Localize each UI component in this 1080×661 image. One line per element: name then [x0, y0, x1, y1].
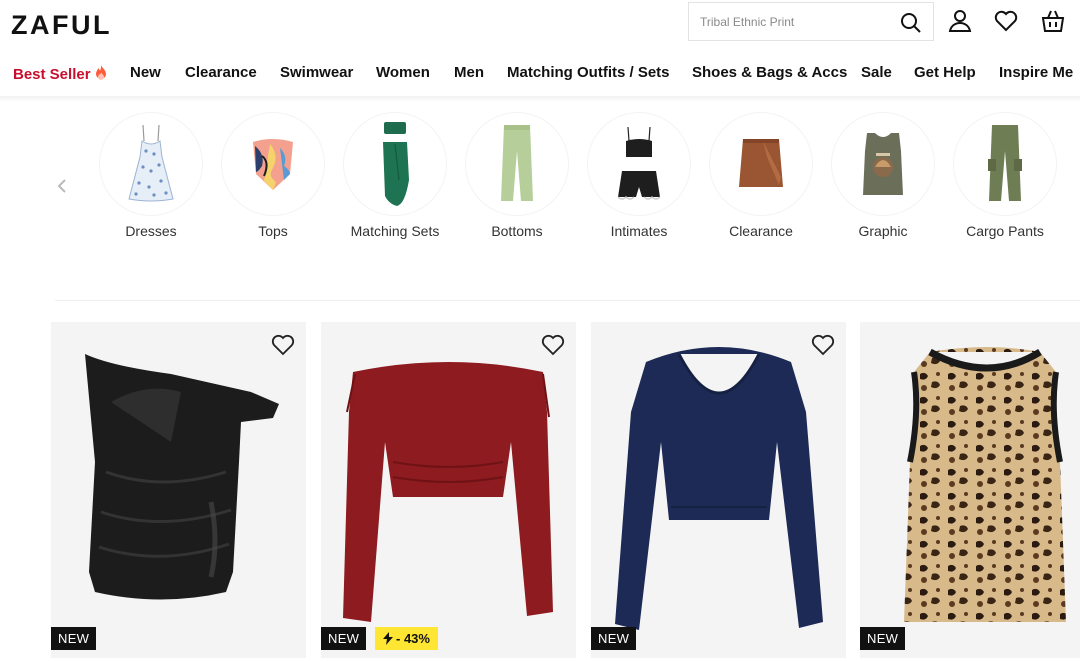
- header-divider: [0, 96, 1080, 102]
- category-intimates[interactable]: Intimates: [584, 112, 694, 239]
- category-label: Dresses: [125, 223, 177, 239]
- shopping-bag-icon[interactable]: [1040, 8, 1066, 34]
- nav-item-inspire-me[interactable]: Inspire Me: [999, 64, 1073, 81]
- category-thumb: [99, 112, 203, 216]
- category-label: Intimates: [610, 223, 668, 239]
- product-image[interactable]: [51, 322, 306, 658]
- nav-item-clearance[interactable]: Clearance: [185, 64, 257, 81]
- nav-item-men[interactable]: Men: [454, 64, 484, 81]
- wishlist-heart-icon[interactable]: [993, 8, 1019, 34]
- account-icon[interactable]: [947, 8, 973, 34]
- nav-item-get-help[interactable]: Get Help: [914, 64, 976, 81]
- dress-icon: [128, 124, 174, 202]
- category-thumb: [831, 112, 935, 216]
- category-label: Tops: [258, 223, 288, 239]
- graphic-tank-icon: [863, 133, 903, 195]
- product-card[interactable]: NEW - 43%: [321, 322, 576, 658]
- lightning-icon: [383, 632, 393, 645]
- category-cargo-pants[interactable]: Cargo Pants: [950, 112, 1060, 239]
- top-icon: [253, 139, 293, 190]
- product-card[interactable]: NEW: [860, 322, 1080, 658]
- category-thumb: [953, 112, 1057, 216]
- nav-item-shoes-bags[interactable]: Shoes & Bags & Accs: [692, 64, 847, 81]
- search-box[interactable]: [688, 2, 934, 41]
- nav-item-women[interactable]: Women: [376, 64, 430, 81]
- category-label: Graphic: [858, 223, 908, 239]
- wishlist-heart-icon[interactable]: [540, 332, 566, 358]
- category-thumb: [709, 112, 813, 216]
- skirt-icon: [739, 139, 783, 187]
- nav-item-swimwear[interactable]: Swimwear: [280, 64, 353, 81]
- matching-set-icon: [383, 122, 409, 206]
- brand-logo[interactable]: ZAFUL: [11, 10, 112, 41]
- category-clearance[interactable]: Clearance: [706, 112, 816, 239]
- carousel-prev-icon[interactable]: [55, 176, 69, 196]
- category-matching-sets[interactable]: Matching Sets: [340, 112, 450, 239]
- category-graphic[interactable]: Graphic: [828, 112, 938, 239]
- category-tops[interactable]: Tops: [218, 112, 328, 239]
- flame-icon: [95, 65, 106, 80]
- category-label: Matching Sets: [350, 223, 440, 239]
- product-image[interactable]: [321, 322, 576, 658]
- category-thumb: [343, 112, 447, 216]
- nav-item-sale[interactable]: Sale: [861, 64, 892, 81]
- category-label: Bottoms: [491, 223, 543, 239]
- product-card[interactable]: NEW: [51, 322, 306, 658]
- cargo-pants-icon: [988, 125, 1022, 201]
- search-icon[interactable]: [899, 11, 923, 35]
- discount-badge: - 43%: [375, 627, 438, 650]
- wishlist-heart-icon[interactable]: [270, 332, 296, 358]
- category-dresses[interactable]: Dresses: [96, 112, 206, 239]
- new-badge: NEW: [51, 627, 97, 650]
- category-thumb: [587, 112, 691, 216]
- category-label: Clearance: [729, 223, 793, 239]
- section-divider: [55, 300, 1080, 301]
- wishlist-heart-icon[interactable]: [810, 332, 836, 358]
- new-badge: NEW: [321, 627, 367, 650]
- product-card[interactable]: NEW: [591, 322, 846, 658]
- main-nav: Best Seller New Clearance Swimwear Women…: [0, 58, 1080, 88]
- discount-text: - 43%: [396, 631, 430, 646]
- category-thumb: [465, 112, 569, 216]
- nav-item-best-seller[interactable]: Best Seller: [13, 64, 109, 83]
- new-badge: NEW: [860, 627, 906, 650]
- category-thumb: [221, 112, 325, 216]
- pants-icon: [501, 125, 533, 201]
- nav-item-new[interactable]: New: [130, 64, 161, 81]
- category-label: Cargo Pants: [966, 223, 1044, 239]
- nav-item-matching-outfits[interactable]: Matching Outfits / Sets: [507, 64, 670, 81]
- product-image[interactable]: [591, 322, 846, 658]
- category-bottoms[interactable]: Bottoms: [462, 112, 572, 239]
- search-input[interactable]: [700, 14, 890, 29]
- product-image[interactable]: [860, 322, 1080, 658]
- nav-label: Best Seller: [13, 66, 91, 83]
- lingerie-icon: [617, 126, 661, 200]
- new-badge: NEW: [591, 627, 637, 650]
